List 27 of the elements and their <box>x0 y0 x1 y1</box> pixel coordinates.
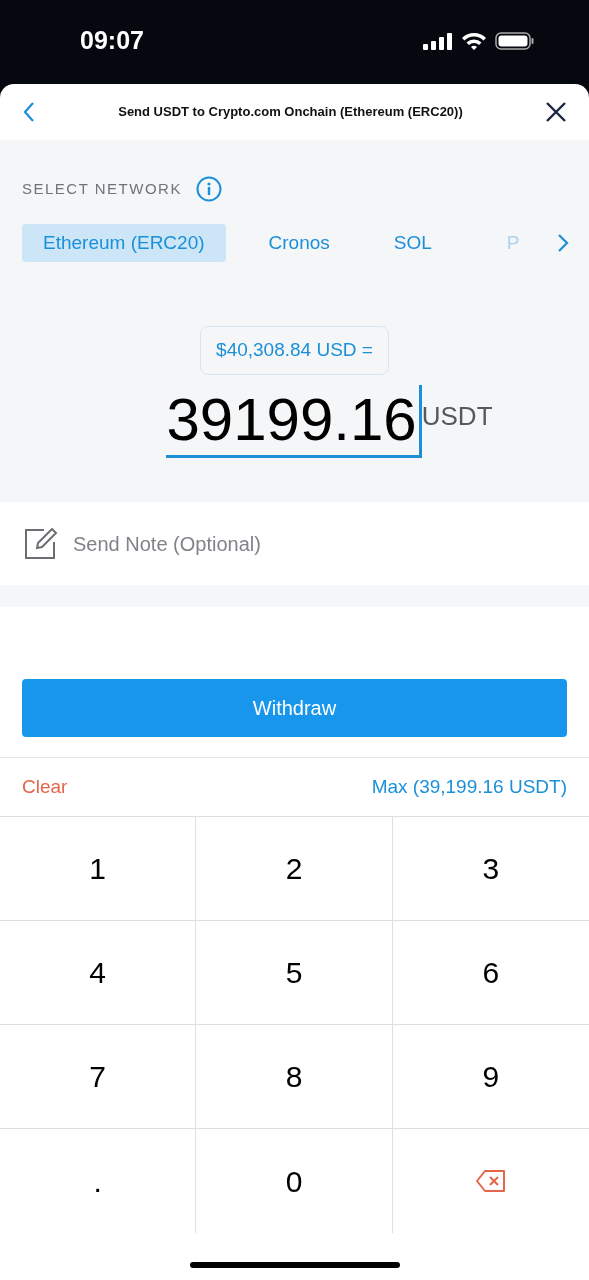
close-icon[interactable] <box>545 101 567 123</box>
currency-unit: USDT <box>421 399 493 433</box>
screen-title: Send USDT to Crypto.com Onchain (Ethereum (ERC20)) <box>118 103 463 122</box>
wifi-icon <box>461 31 487 51</box>
battery-icon <box>495 31 535 51</box>
status-time: 09:07 <box>80 25 144 57</box>
keypad-key[interactable]: 3 <box>392 817 589 921</box>
section-label: SELECT NETWORK <box>22 178 182 199</box>
keypad-key[interactable]: 2 <box>196 817 393 921</box>
max-button[interactable]: Max (39,199.16 USDT) <box>371 772 567 802</box>
keypad-key[interactable]: 4 <box>0 921 197 1025</box>
keypad-key[interactable]: 0 <box>196 1129 393 1233</box>
info-icon[interactable] <box>195 176 222 202</box>
signal-icon <box>423 31 453 51</box>
keypad-key[interactable]: 8 <box>196 1025 393 1129</box>
note-field[interactable]: Send Note (Optional) <box>73 528 565 559</box>
amount-field[interactable]: 39199.16 <box>166 384 422 458</box>
keypad-key[interactable]: 9 <box>392 1025 589 1129</box>
keypad-key[interactable]: 1 <box>0 817 197 921</box>
keypad-key[interactable]: 6 <box>392 921 589 1025</box>
backspace-icon <box>474 1169 507 1193</box>
keypad-key[interactable]: 7 <box>0 1025 197 1129</box>
edit-icon <box>24 527 58 560</box>
keypad-key[interactable]: . <box>0 1129 197 1233</box>
back-icon[interactable] <box>22 101 36 123</box>
keypad-key[interactable]: 5 <box>196 921 393 1025</box>
chevron-right-icon[interactable] <box>557 233 569 253</box>
